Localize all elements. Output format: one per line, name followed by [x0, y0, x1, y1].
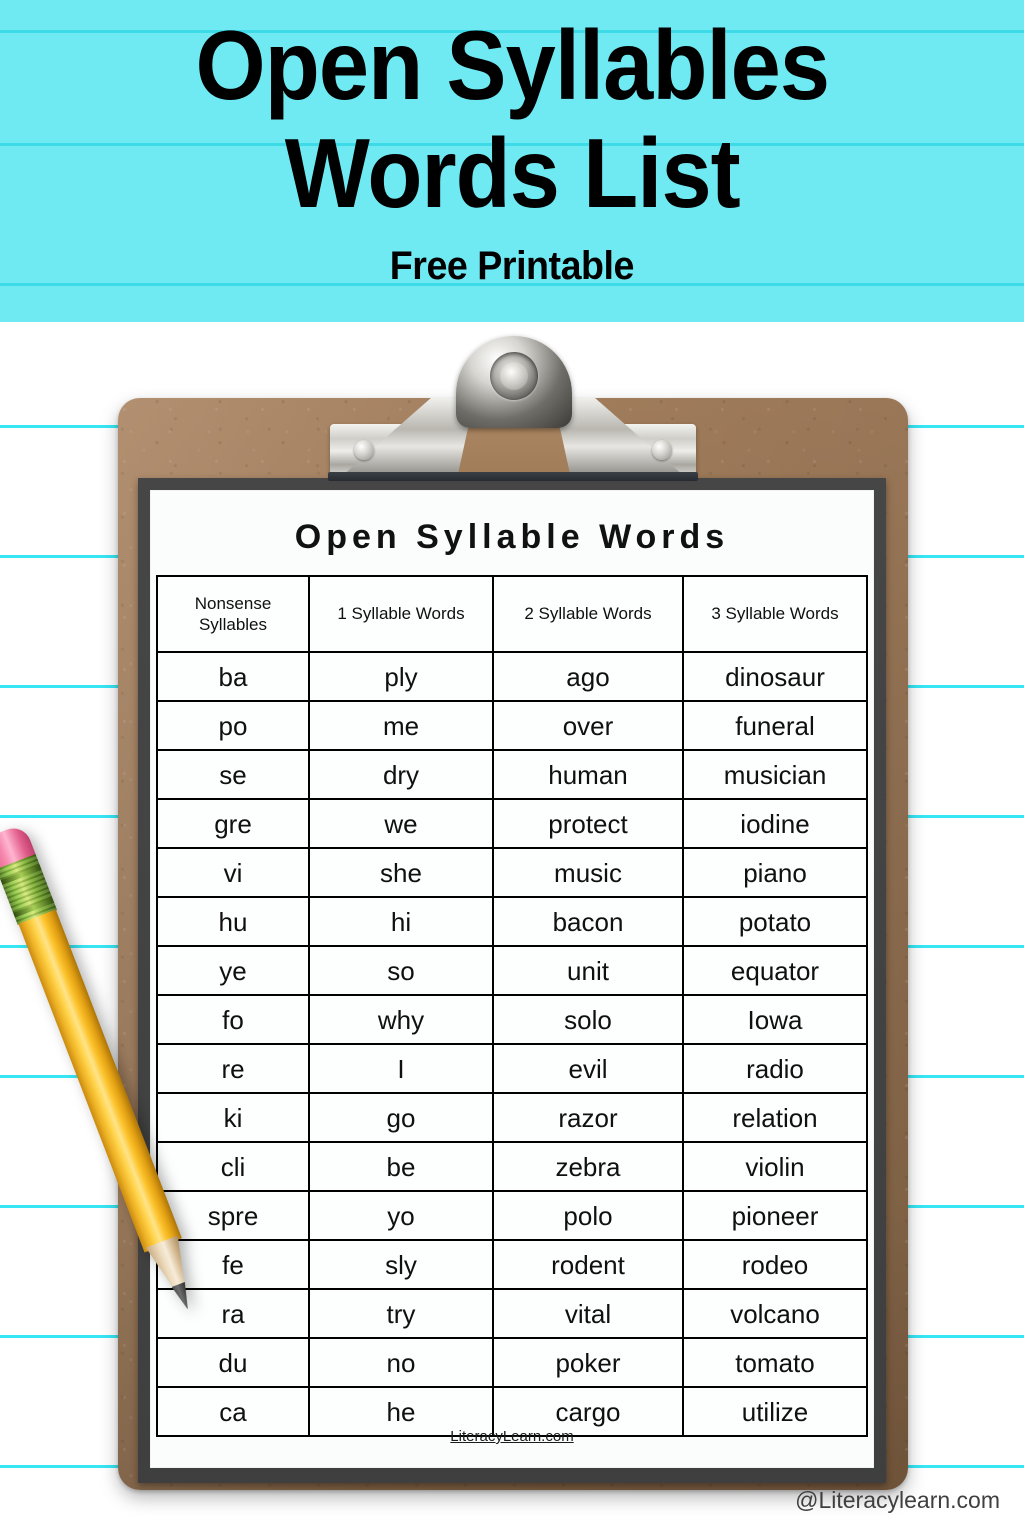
banner-text-group: Open Syllables Words List Free Printable — [0, 0, 1024, 322]
word-cell: polo — [492, 1190, 684, 1241]
column-header-3-syllable-words: 3 Syllable Words — [682, 575, 868, 653]
header-banner: Open Syllables Words List Free Printable — [0, 0, 1024, 322]
table-row: ye so unit equator — [156, 945, 868, 996]
word-cell: gre — [156, 798, 310, 849]
word-cell: evil — [492, 1043, 684, 1094]
word-cell: funeral — [682, 700, 868, 751]
word-cell: Iowa — [682, 994, 868, 1045]
word-cell: vi — [156, 847, 310, 898]
page-title-line-1: Open Syllables — [195, 10, 829, 120]
clip-hole-inner — [500, 362, 528, 390]
word-cell: I — [308, 1043, 494, 1094]
word-cell: ply — [308, 651, 494, 702]
word-cell: rodeo — [682, 1239, 868, 1290]
word-cell: poker — [492, 1337, 684, 1388]
word-cell: relation — [682, 1092, 868, 1143]
table-row: ki go razor relation — [156, 1092, 868, 1143]
page-subtitle: Free Printable — [389, 244, 635, 288]
word-cell: over — [492, 700, 684, 751]
table-row: vi she music piano — [156, 847, 868, 898]
word-cell: dry — [308, 749, 494, 800]
word-cell: ba — [156, 651, 310, 702]
word-cell: vital — [492, 1288, 684, 1339]
word-cell: rodent — [492, 1239, 684, 1290]
table-row: ra try vital volcano — [156, 1288, 868, 1339]
word-cell: radio — [682, 1043, 868, 1094]
clip-rivet-right — [652, 440, 672, 460]
table-row: cli be zebra violin — [156, 1141, 868, 1192]
word-cell: no — [308, 1337, 494, 1388]
word-cell: du — [156, 1337, 310, 1388]
word-cell: dinosaur — [682, 651, 868, 702]
word-cell: go — [308, 1092, 494, 1143]
worksheet-title: Open Syllable Words — [294, 518, 730, 556]
table-row: ba ply ago dinosaur — [156, 651, 868, 702]
word-cell: tomato — [682, 1337, 868, 1388]
word-cell: re — [156, 1043, 310, 1094]
word-cell: volcano — [682, 1288, 868, 1339]
word-cell: cli — [156, 1141, 310, 1192]
word-cell: se — [156, 749, 310, 800]
word-cell: ki — [156, 1092, 310, 1143]
open-syllable-words-table: Nonsense Syllables 1 Syllable Words 2 Sy… — [156, 575, 868, 1437]
word-cell: hi — [308, 896, 494, 947]
word-cell: fo — [156, 994, 310, 1045]
word-cell: yo — [308, 1190, 494, 1241]
word-cell: po — [156, 700, 310, 751]
clip-under-edge — [328, 472, 698, 481]
table-header-row: Nonsense Syllables 1 Syllable Words 2 Sy… — [156, 575, 868, 653]
word-cell: she — [308, 847, 494, 898]
clip-rivet-left — [354, 440, 374, 460]
word-cell: musician — [682, 749, 868, 800]
table-row: fo why solo Iowa — [156, 994, 868, 1045]
site-watermark: @Literacylearn.com — [795, 1487, 1000, 1513]
word-cell: try — [308, 1288, 494, 1339]
clipboard-clip[interactable] — [318, 336, 708, 486]
table-row: re Ievil radio — [156, 1043, 868, 1094]
word-cell: hu — [156, 896, 310, 947]
word-cell: violin — [682, 1141, 868, 1192]
word-cell: razor — [492, 1092, 684, 1143]
word-cell: piano — [682, 847, 868, 898]
pencil-graphite-tip — [172, 1282, 194, 1311]
word-cell: protect — [492, 798, 684, 849]
column-header-1-syllable-words: 1 Syllable Words — [308, 575, 494, 653]
word-cell: pioneer — [682, 1190, 868, 1241]
table-row: hu hi bacon potato — [156, 896, 868, 947]
word-cell: me — [308, 700, 494, 751]
word-cell: unit — [492, 945, 684, 996]
word-cell: potato — [682, 896, 868, 947]
word-cell: music — [492, 847, 684, 898]
table-row: fe sly rodent rodeo — [156, 1239, 868, 1290]
table-row: du no poker tomato — [156, 1337, 868, 1388]
word-cell: ye — [156, 945, 310, 996]
page-root: Open Syllables Words List Free Printable… — [0, 0, 1024, 1536]
word-cell: equator — [682, 945, 868, 996]
word-cell: we — [308, 798, 494, 849]
worksheet-footer-link[interactable]: LiteracyLearn.com — [150, 1428, 874, 1445]
word-cell: so — [308, 945, 494, 996]
table-row: spre yo polo pioneer — [156, 1190, 868, 1241]
page-title-line-2: Words List — [284, 118, 741, 228]
word-cell: sly — [308, 1239, 494, 1290]
column-header-nonsense-syllables: Nonsense Syllables — [156, 575, 310, 653]
word-cell: solo — [492, 994, 684, 1045]
word-cell: ago — [492, 651, 684, 702]
table-row: gre we protect iodine — [156, 798, 868, 849]
word-cell: iodine — [682, 798, 868, 849]
word-cell: zebra — [492, 1141, 684, 1192]
table-row: po me over funeral — [156, 700, 868, 751]
table-row: se dry human musician — [156, 749, 868, 800]
word-cell: why — [308, 994, 494, 1045]
column-header-2-syllable-words: 2 Syllable Words — [492, 575, 684, 653]
word-cell: be — [308, 1141, 494, 1192]
word-cell: human — [492, 749, 684, 800]
word-cell: bacon — [492, 896, 684, 947]
